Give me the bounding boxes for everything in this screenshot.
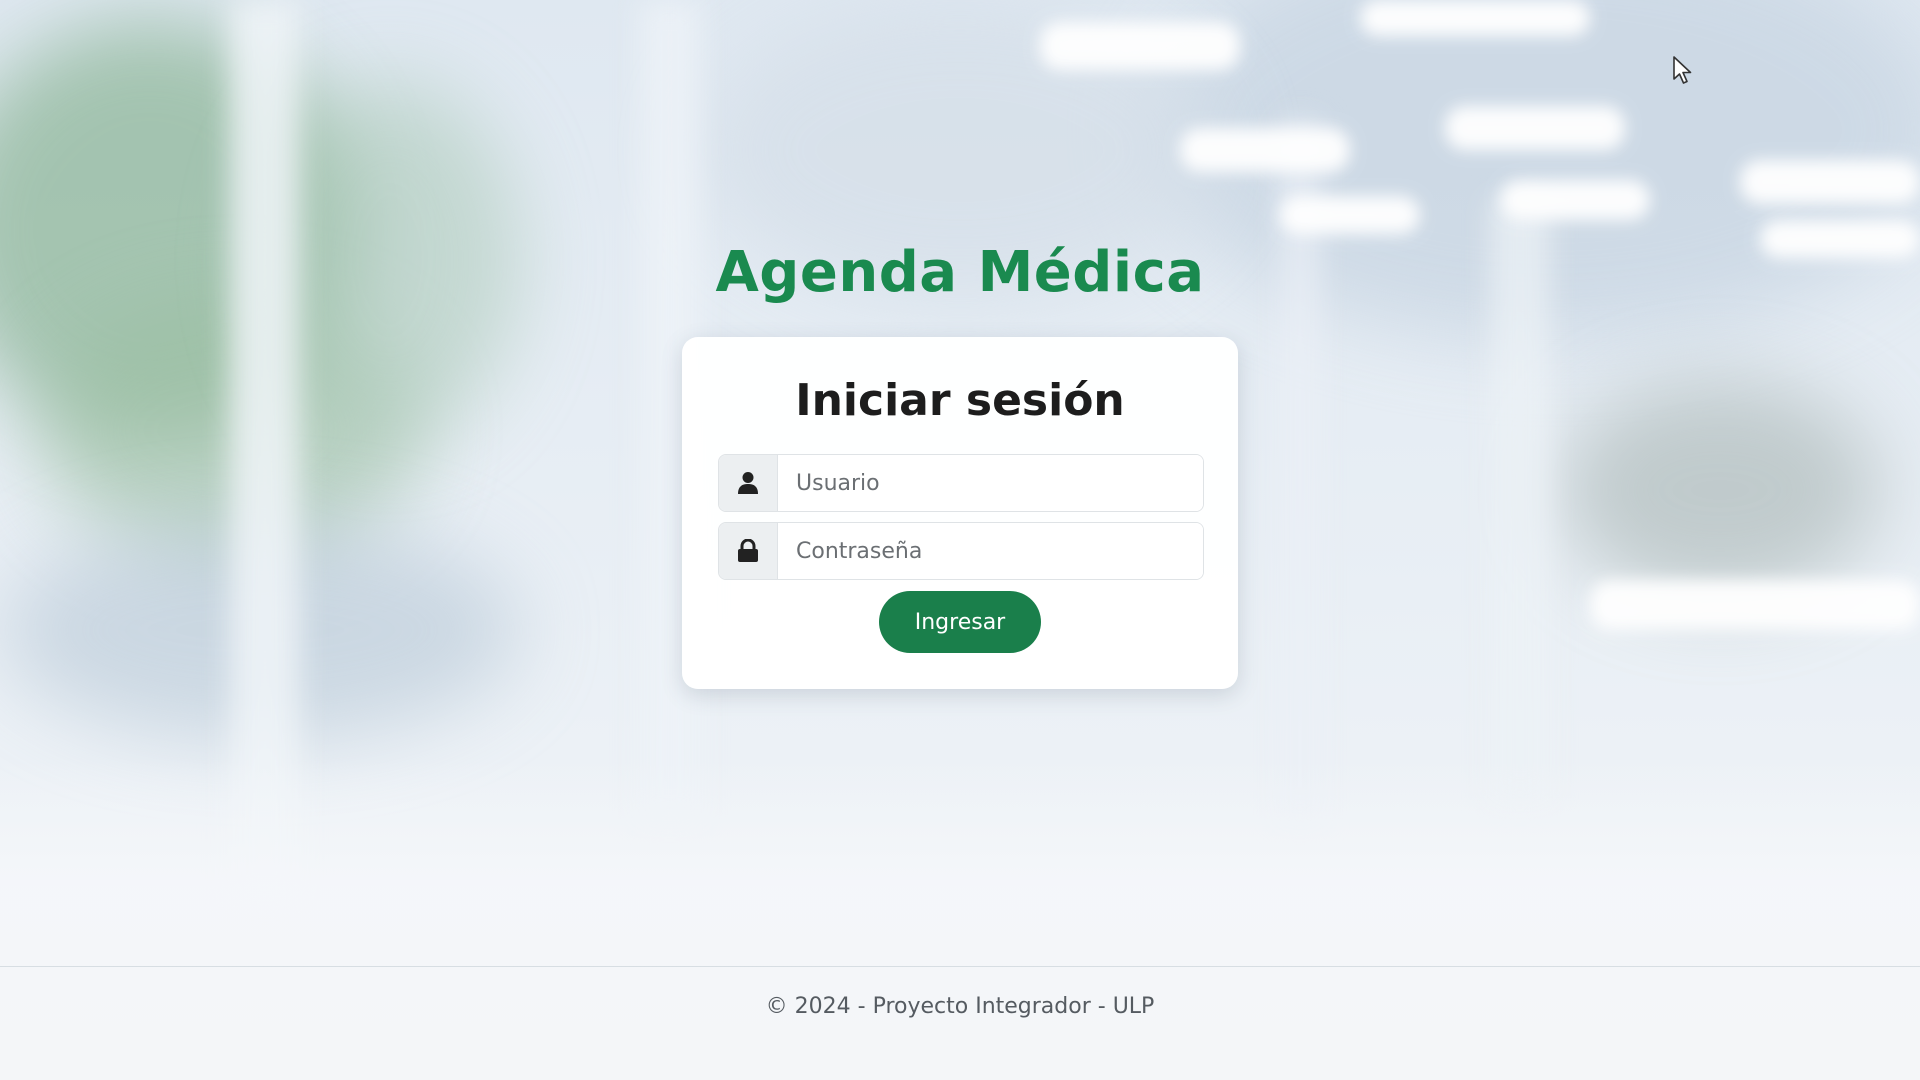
lock-icon — [719, 523, 778, 579]
username-field — [718, 454, 1204, 512]
login-card: Iniciar sesión Ingresar — [682, 337, 1238, 689]
footer-text: © 2024 - Proyecto Integrador - ULP — [765, 994, 1155, 1019]
username-input[interactable] — [778, 455, 1203, 511]
login-heading: Iniciar sesión — [795, 375, 1125, 426]
password-input[interactable] — [778, 523, 1203, 579]
mouse-cursor-icon — [1673, 56, 1692, 84]
app-title: Agenda Médica — [715, 240, 1205, 305]
user-icon — [719, 455, 778, 511]
footer-divider — [0, 966, 1920, 967]
login-page: Agenda Médica Iniciar sesión Ingresar — [0, 0, 1920, 1080]
login-button[interactable]: Ingresar — [879, 591, 1041, 653]
password-field — [718, 522, 1204, 580]
